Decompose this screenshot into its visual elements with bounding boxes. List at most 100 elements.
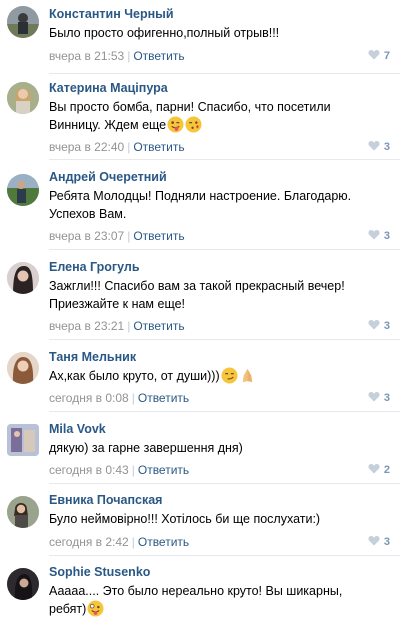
heart-icon [368, 464, 380, 474]
face-blowing-kiss-emoji [185, 116, 202, 133]
like-count: 3 [383, 536, 390, 548]
like-button[interactable]: 3 [368, 535, 390, 548]
comment: Таня Мельник Ах,как было круто, от души)… [0, 340, 400, 412]
like-count: 3 [383, 392, 390, 404]
comment-meta: вчера в 22:40 | Ответить [49, 140, 185, 154]
like-button[interactable]: 7 [368, 49, 390, 62]
heart-icon [368, 320, 380, 330]
meta-separator: | [127, 229, 131, 243]
avatar[interactable] [7, 174, 39, 206]
reply-button[interactable]: Ответить [138, 535, 189, 549]
avatar-photo-icon [7, 82, 39, 114]
comment-text: дякую) за гарне завершення дня) [49, 439, 390, 457]
comment-text-line-with-emoji: Винницу. Ждем еще [49, 116, 390, 134]
comment: Константин Черный Было просто офигенно,п… [0, 0, 400, 74]
comment-meta: сегодня в 0:43 | Ответить [49, 463, 189, 477]
comment-text: Было просто офигенно,полный отрыв!!! [49, 24, 390, 42]
comment-text: Ах,как было круто, от души))) [49, 367, 390, 385]
like-button[interactable]: 3 [368, 391, 390, 404]
comment-author[interactable]: Константин Черный [49, 7, 390, 22]
comment-author[interactable]: Таня Мельник [49, 350, 390, 365]
reply-button[interactable]: Ответить [133, 319, 184, 333]
like-button[interactable]: 3 [368, 319, 390, 332]
meta-separator: | [127, 140, 131, 154]
comment-meta: вчера в 21:53 | Ответить [49, 49, 185, 63]
comment-meta: вчера в 23:21 | Ответить [49, 319, 185, 333]
winking-face-with-tongue-emoji [167, 116, 184, 133]
comment: Катерина Маціпура Вы просто бомба, парни… [0, 74, 400, 160]
avatar[interactable] [7, 82, 39, 114]
folded-hands-emoji [242, 368, 252, 383]
comment-time[interactable]: вчера в 21:53 [49, 49, 124, 63]
heart-icon [368, 536, 380, 546]
like-count: 7 [383, 50, 390, 62]
meta-separator: | [131, 535, 135, 549]
like-count: 3 [383, 141, 390, 153]
comment-author[interactable]: Катерина Маціпура [49, 81, 390, 96]
comment: Андрей Очеретний Ребята Молодцы! Подняли… [0, 160, 400, 250]
like-button[interactable]: 3 [368, 229, 390, 242]
meta-separator: | [127, 49, 131, 63]
comment-text: Ребята Молодцы! Подняли настроение. Благ… [49, 187, 390, 223]
comment-text-line-with-emoji: Ах,как было круто, от души))) [49, 367, 390, 385]
comment-meta: вчера в 23:07 | Ответить [49, 229, 185, 243]
comment: Sophie Stusenko Ааааа.... Это было нереа… [0, 556, 400, 625]
avatar-photo-icon [7, 352, 39, 384]
avatar-photo-icon [7, 6, 39, 38]
comment: Евника Почапская Було неймовірно!!! Хоті… [0, 484, 400, 556]
comment-text: Було неймовірно!!! Хотілось би ще послух… [49, 510, 390, 528]
comment-text-line: дякую) за гарне завершення дня) [49, 441, 243, 455]
heart-icon [368, 141, 380, 151]
meta-separator: | [131, 463, 135, 477]
avatar[interactable] [7, 568, 39, 600]
comment-time[interactable]: сегодня в 2:42 [49, 535, 129, 549]
comment-author[interactable]: Елена Грогуль [49, 260, 390, 275]
comment-text-line: Ааааа.... Это было нереально круто! Вы ш… [49, 584, 343, 598]
comments-feed: Константин Черный Было просто офигенно,п… [0, 0, 400, 625]
avatar-photo-icon [7, 424, 39, 456]
comment: Mila Vovk дякую) за гарне завершення дня… [0, 412, 400, 484]
comment-time[interactable]: сегодня в 0:08 [49, 391, 129, 405]
comment-time[interactable]: вчера в 23:07 [49, 229, 124, 243]
avatar[interactable] [7, 496, 39, 528]
comment-author[interactable]: Андрей Очеретний [49, 170, 390, 185]
avatar[interactable] [7, 352, 39, 384]
avatar-photo-icon [7, 568, 39, 600]
avatar[interactable] [7, 424, 39, 456]
reply-button[interactable]: Ответить [133, 229, 184, 243]
comment-time[interactable]: сегодня в 0:43 [49, 463, 129, 477]
comment-text-line: Успехов Вам. [49, 207, 127, 221]
smirking-face-emoji [221, 367, 238, 384]
reply-button[interactable]: Ответить [133, 49, 184, 63]
avatar[interactable] [7, 6, 39, 38]
comment-text-line: Зажгли!!! Спасибо вам за такой прекрасны… [49, 279, 345, 293]
reply-button[interactable]: Ответить [138, 463, 189, 477]
avatar[interactable] [7, 262, 39, 294]
heart-icon [368, 392, 380, 402]
avatar-photo-icon [7, 174, 39, 206]
reply-button[interactable]: Ответить [138, 391, 189, 405]
reply-button[interactable]: Ответить [133, 140, 184, 154]
like-count: 3 [383, 320, 390, 332]
comment-text: Вы просто бомба, парни! Спасибо, что пос… [49, 98, 390, 134]
like-button[interactable]: 3 [368, 140, 390, 153]
comment-text-line: Ах,как было круто, от души))) [49, 369, 220, 383]
comment-text-line-with-emoji: ребят) [49, 600, 390, 618]
comment-meta: сегодня в 2:42 | Ответить [49, 535, 189, 549]
heart-icon [368, 230, 380, 240]
comment-time[interactable]: вчера в 22:40 [49, 140, 124, 154]
comment-author[interactable]: Sophie Stusenko [49, 565, 390, 580]
like-count: 2 [383, 464, 390, 476]
comment-author[interactable]: Евника Почапская [49, 493, 390, 508]
heart-icon [368, 50, 380, 60]
avatar-photo-icon [7, 262, 39, 294]
comment-time[interactable]: вчера в 23:21 [49, 319, 124, 333]
comment: Елена Грогуль Зажгли!!! Спасибо вам за т… [0, 250, 400, 340]
comment-text-line: Ребята Молодцы! Подняли настроение. Благ… [49, 189, 352, 203]
comment-author[interactable]: Mila Vovk [49, 422, 390, 437]
avatar-photo-icon [7, 496, 39, 528]
comment-text-line: Винницу. Ждем еще [49, 118, 167, 132]
comment-meta: сегодня в 0:08 | Ответить [49, 391, 189, 405]
like-button[interactable]: 2 [368, 463, 390, 476]
comment-text-line: Вы просто бомба, парни! Спасибо, что пос… [49, 100, 331, 114]
